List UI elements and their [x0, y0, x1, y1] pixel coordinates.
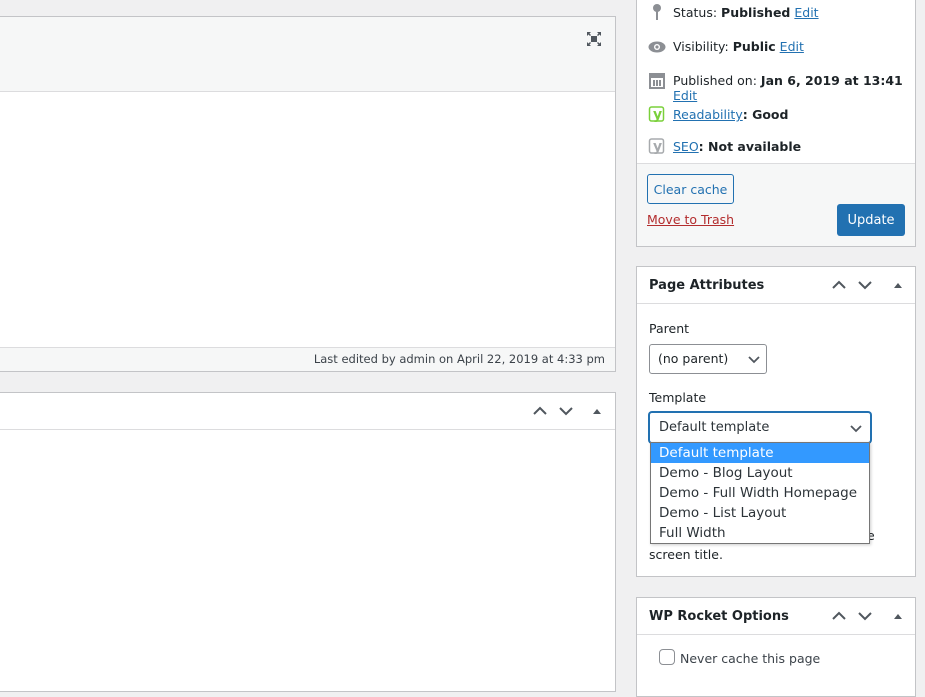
status-label: Status: — [673, 5, 718, 20]
status-value: Published — [721, 5, 791, 20]
visibility-label: Visibility: — [673, 39, 729, 54]
editor-toolbar — [0, 17, 615, 92]
calendar-icon — [648, 71, 666, 89]
move-up-icon[interactable] — [831, 608, 851, 626]
published-value: Jan 6, 2019 at 13:41 — [760, 73, 903, 88]
template-label: Template — [649, 390, 707, 405]
template-help-text: screen title. — [649, 547, 723, 562]
readability-link[interactable]: Readability — [673, 107, 743, 122]
template-option[interactable]: Full Width — [651, 523, 869, 543]
metabox-main — [0, 392, 616, 692]
move-up-icon[interactable] — [831, 277, 851, 295]
parent-label: Parent — [649, 321, 690, 336]
svg-text:y: y — [653, 107, 662, 123]
publish-actions: Clear cache Move to Trash Update — [637, 163, 915, 246]
seo-link[interactable]: SEO — [673, 139, 699, 154]
wp-rocket-title: WP Rocket Options — [649, 609, 789, 624]
template-dropdown-list: Default template Demo - Blog Layout Demo… — [650, 442, 870, 544]
toggle-panel-icon[interactable] — [893, 608, 913, 626]
published-label: Published on: — [673, 73, 757, 88]
page-attributes-header: Page Attributes — [637, 267, 915, 304]
page-attributes-title: Page Attributes — [649, 278, 765, 293]
move-down-icon[interactable] — [558, 403, 578, 421]
edit-visibility-link[interactable]: Edit — [780, 39, 804, 54]
visibility-value: Public — [732, 39, 776, 54]
last-edited-text: Last edited by admin on April 22, 2019 a… — [313, 352, 605, 366]
readability-value: : Good — [742, 107, 789, 122]
move-down-icon[interactable] — [857, 608, 877, 626]
edit-status-link[interactable]: Edit — [794, 5, 818, 20]
yoast-readability-icon: y — [648, 105, 666, 123]
template-option[interactable]: Demo - Blog Layout — [651, 463, 869, 483]
chevron-down-icon — [748, 353, 760, 369]
wp-rocket-header: WP Rocket Options — [637, 598, 915, 635]
template-select[interactable]: Default template — [649, 412, 871, 443]
metabox-header — [0, 393, 615, 430]
move-up-icon[interactable] — [532, 403, 552, 421]
move-down-icon[interactable] — [857, 277, 877, 295]
chevron-down-icon — [850, 422, 862, 438]
yoast-seo-icon: y — [648, 137, 666, 155]
toggle-panel-icon[interactable] — [592, 403, 612, 421]
update-button[interactable]: Update — [837, 204, 905, 236]
move-to-trash-link[interactable]: Move to Trash — [647, 212, 734, 227]
template-option[interactable]: Demo - Full Width Homepage — [651, 483, 869, 503]
editor-panel: Last edited by admin on April 22, 2019 a… — [0, 16, 616, 372]
edit-date-link[interactable]: Edit — [673, 88, 697, 103]
parent-select-value: (no parent) — [658, 351, 729, 366]
eye-icon — [648, 38, 666, 56]
pin-icon — [648, 3, 666, 21]
never-cache-label[interactable]: Never cache this page — [680, 651, 820, 666]
editor-status-bar: Last edited by admin on April 22, 2019 a… — [0, 347, 615, 371]
parent-select[interactable]: (no parent) — [649, 344, 767, 374]
seo-value: : Not available — [698, 139, 802, 154]
template-option[interactable]: Demo - List Layout — [651, 503, 869, 523]
editor-content[interactable] — [0, 93, 615, 348]
toggle-panel-icon[interactable] — [893, 277, 913, 295]
svg-text:y: y — [653, 139, 662, 155]
template-select-value: Default template — [659, 420, 770, 435]
clear-cache-button[interactable]: Clear cache — [647, 174, 734, 204]
publish-panel: Status: Published Edit Visibility: Publi… — [636, 0, 916, 247]
never-cache-checkbox[interactable] — [659, 649, 675, 665]
fullscreen-icon[interactable] — [586, 31, 602, 47]
wp-rocket-panel: WP Rocket Options Never cache this page — [636, 597, 916, 697]
template-option[interactable]: Default template — [651, 443, 869, 463]
